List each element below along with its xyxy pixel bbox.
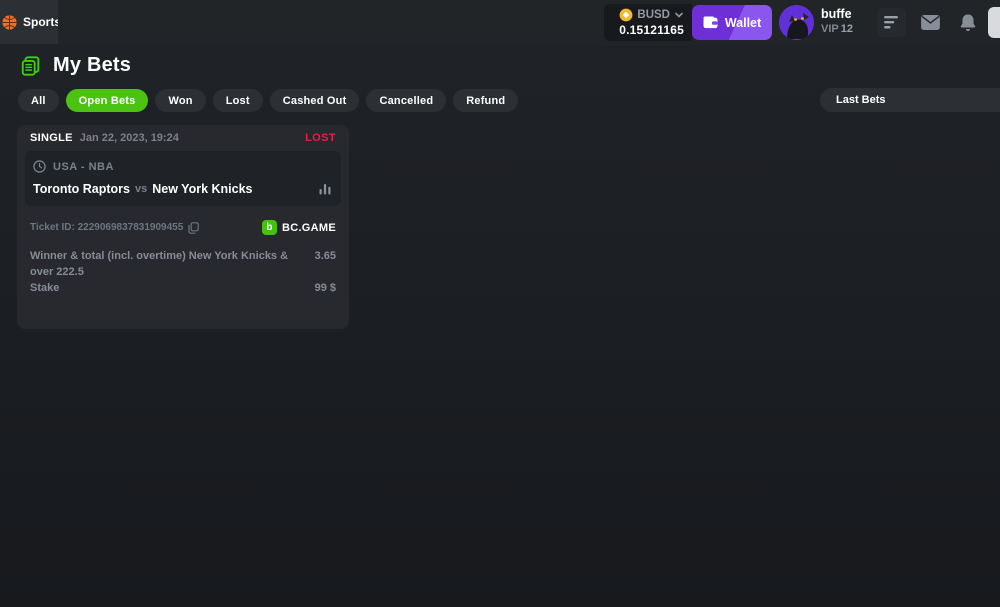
filter-chip-all[interactable]: All (18, 89, 59, 112)
notifications-button[interactable] (953, 8, 982, 37)
currency-selector[interactable]: BUSD 0.15121165 (604, 4, 692, 41)
page-title: My Bets (53, 54, 131, 77)
selection-label: Winner & total (incl. overtime) New York… (30, 248, 305, 280)
filter-chip-cancelled[interactable]: Cancelled (366, 89, 446, 112)
filter-chip-open-bets[interactable]: Open Bets (66, 89, 149, 112)
selection-odds: 3.65 (315, 248, 336, 280)
ticket-id-value: 2229069837831909455 (78, 222, 184, 233)
user-meta[interactable]: buffe VIP12 (821, 7, 853, 35)
bet-date: Jan 22, 2023, 19:24 (80, 132, 179, 144)
basketball-icon (1, 14, 18, 31)
filter-chip-won[interactable]: Won (155, 89, 205, 112)
vip-badge: VIP12 (821, 23, 853, 35)
filter-chip-cashed-out[interactable]: Cashed Out (270, 89, 360, 112)
away-team: New York Knicks (152, 182, 252, 196)
selection-rows: Winner & total (incl. overtime) New York… (17, 235, 349, 296)
match-panel: USA - NBA Toronto Raptors vs New York Kn… (25, 151, 341, 206)
ticket-id-label: Ticket ID: 2229069837831909455 (30, 222, 183, 233)
my-bets-icon (20, 55, 42, 77)
stake-label: Stake (30, 280, 59, 296)
vs-label: vs (135, 183, 147, 195)
filter-chip-lost[interactable]: Lost (213, 89, 263, 112)
bet-type: SINGLE (30, 132, 73, 144)
wallet-button[interactable]: Wallet (692, 5, 772, 40)
avatar[interactable] (779, 5, 814, 40)
busd-coin-icon (619, 8, 633, 22)
username: buffe (821, 7, 853, 21)
stake-row: Stake 99 $ (30, 280, 336, 296)
bet-slip-icon (884, 16, 899, 29)
vip-number: 12 (841, 23, 853, 35)
copy-ticket-button[interactable] (188, 222, 199, 234)
wallet-button-label: Wallet (725, 16, 761, 30)
page-head: My Bets (20, 54, 131, 77)
match-title: Toronto Raptors vs New York Knicks (33, 182, 333, 196)
filter-bar: All Open Bets Won Lost Cashed Out Cancel… (18, 89, 518, 112)
sort-select[interactable]: Last Bets (820, 88, 1000, 112)
tab-sports[interactable]: Sports (0, 0, 58, 44)
vip-label: VIP (821, 23, 839, 35)
home-team: Toronto Raptors (33, 182, 130, 196)
copy-icon (188, 222, 199, 234)
wallet-icon (703, 16, 718, 29)
stake-value: 99 $ (315, 280, 336, 296)
stats-icon (319, 183, 331, 195)
tab-sports-label: Sports (23, 15, 58, 29)
bell-icon (960, 14, 976, 31)
league-row: USA - NBA (33, 160, 333, 173)
inbox-button[interactable] (916, 8, 945, 37)
bet-card: SINGLE Jan 22, 2023, 19:24 LOST USA - NB… (17, 125, 349, 329)
brand-logo: b BC.GAME (262, 220, 336, 235)
bet-slip-button[interactable] (877, 8, 906, 37)
edge-partial-button[interactable] (988, 7, 1000, 38)
bet-card-header: SINGLE Jan 22, 2023, 19:24 LOST (17, 125, 349, 151)
clock-icon (33, 160, 46, 173)
bet-status-badge: LOST (305, 132, 336, 144)
selection-row: Winner & total (incl. overtime) New York… (30, 248, 336, 280)
brand-logo-text: BC.GAME (282, 222, 336, 234)
sort-select-value: Last Bets (836, 94, 886, 106)
app-screen: Sports BUSD 0.15121165 Wallet (0, 0, 1000, 607)
wallet-balance: 0.15121165 (619, 23, 684, 37)
topbar: Sports BUSD 0.15121165 Wallet (0, 0, 1000, 45)
league-label: USA - NBA (53, 161, 114, 173)
chevron-down-icon (674, 10, 684, 20)
brand-logo-icon: b (262, 220, 277, 235)
currency-code: BUSD (637, 9, 670, 21)
filter-chip-refund[interactable]: Refund (453, 89, 518, 112)
match-stats-button[interactable] (317, 183, 333, 195)
inbox-icon (921, 15, 940, 30)
ticket-row: Ticket ID: 2229069837831909455 b BC.GAME (17, 206, 349, 235)
